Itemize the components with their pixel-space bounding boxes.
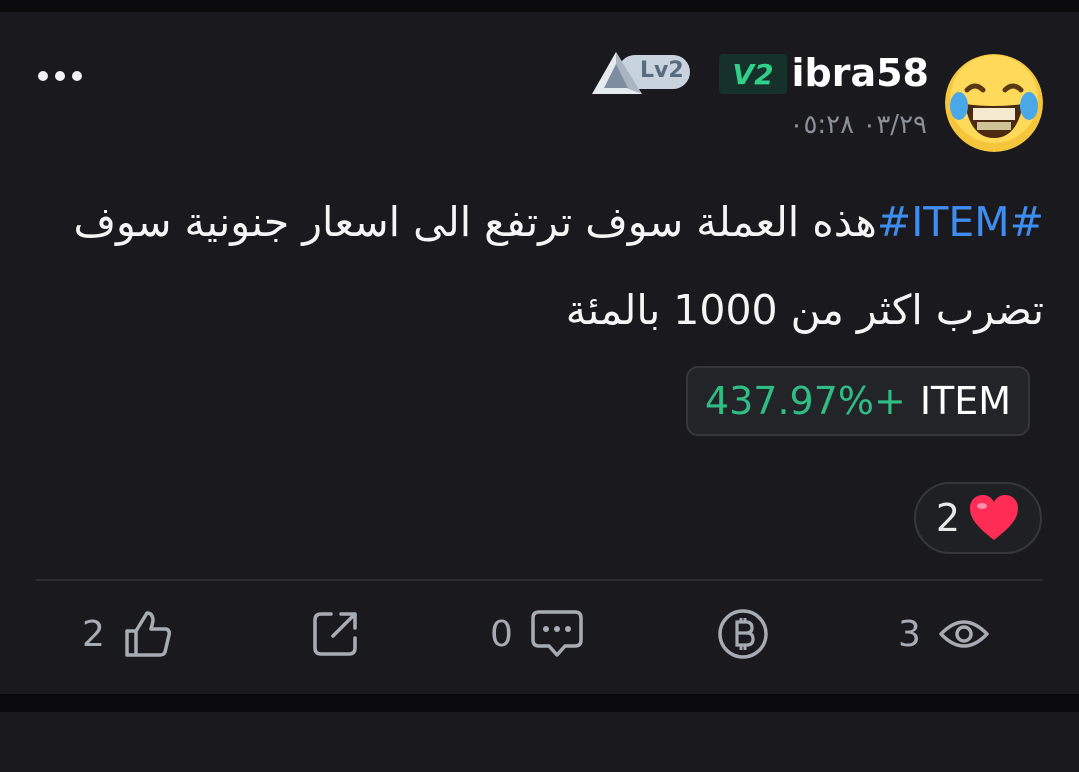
share-icon (313, 612, 357, 656)
next-post-card (0, 712, 1079, 772)
divider (36, 579, 1043, 581)
more-icon (38, 71, 48, 81)
thumbs-up-icon (125, 611, 171, 657)
comment-count: 0 (490, 613, 513, 655)
ticker-symbol: ITEM (919, 379, 1012, 423)
post-timestamp: ٠٣/٢٩ ٠٥:٢٨ (789, 110, 927, 140)
post-body: #ITEM#هذه العملة سوف ترتفع الى اسعار جنو… (60, 178, 1044, 354)
post-line-2: تضرب اكثر من 1000 بالمئة (565, 286, 1044, 334)
heart-icon (970, 495, 1019, 540)
views-indicator: 3 (898, 604, 989, 664)
eye-icon (939, 620, 989, 648)
like-button[interactable]: 2 (82, 604, 173, 664)
like-count: 2 (82, 613, 105, 655)
share-button[interactable] (311, 604, 359, 664)
avatar[interactable] (945, 54, 1043, 152)
post-line-1: #ITEM#هذه العملة سوف ترتفع الى اسعار جنو… (73, 198, 1044, 246)
tip-coin-icon (718, 609, 768, 659)
tip-button[interactable] (717, 604, 769, 664)
comment-button[interactable]: 0 (490, 604, 583, 664)
reaction-chip[interactable]: 2 (914, 482, 1042, 554)
comment-icon (531, 610, 583, 657)
level-badge: Lv2 (590, 50, 694, 98)
ticker-chip[interactable]: +437.97% ITEM (686, 366, 1030, 436)
reaction-count: 2 (935, 496, 961, 540)
more-options-button[interactable] (38, 58, 94, 94)
vip-badge: V2 (719, 54, 787, 94)
level-badge-label: Lv2 (640, 58, 684, 83)
ticker-change: +437.97% (704, 379, 906, 423)
username[interactable]: ibra58 (792, 50, 930, 96)
view-count: 3 (898, 613, 921, 655)
hashtag-link[interactable]: #ITEM# (877, 198, 1044, 246)
laughing-emoji-avatar (945, 54, 1043, 152)
